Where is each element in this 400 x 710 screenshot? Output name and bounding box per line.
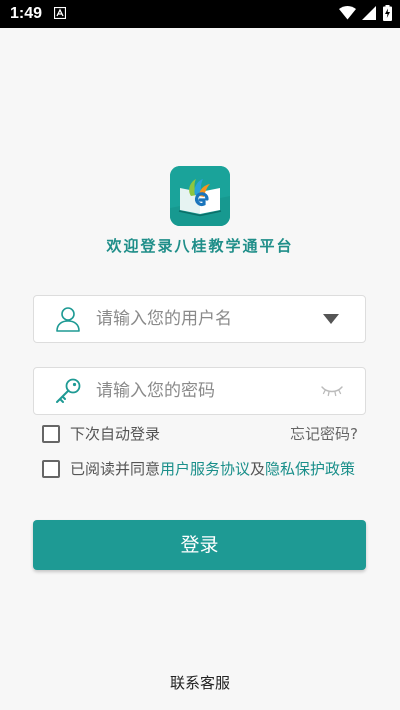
status-bar: 1:49 [0,0,400,28]
password-field[interactable] [33,367,366,415]
privacy-policy-link[interactable]: 隐私保护政策 [265,460,355,478]
wifi-icon [339,6,356,20]
agreement-conjunction: 及 [250,460,266,478]
password-input[interactable] [96,376,316,406]
status-time: 1:49 [10,5,43,22]
remember-me-checkbox[interactable] [42,425,60,443]
welcome-title: 欢迎登录八桂教学通平台 [106,237,294,255]
remember-me-label[interactable]: 下次自动登录 [70,424,160,444]
cell-signal-icon [362,6,376,20]
agreement-prefix: 已阅读并同意 [70,460,161,478]
eye-closed-icon[interactable] [320,384,344,398]
contact-service-link[interactable]: 联系客服 [0,673,400,693]
user-icon [56,307,80,332]
agreement-checkbox[interactable] [42,460,60,478]
app-logo [170,166,230,226]
dropdown-triangle-icon[interactable] [321,313,341,325]
book-logo-icon [170,166,230,226]
a-notification-icon [54,7,66,19]
forgot-password-link[interactable]: 忘记密码? [290,424,358,444]
username-input[interactable] [96,304,316,334]
key-icon [56,378,81,403]
username-field[interactable] [33,295,366,343]
agreement-text: 已阅读并同意用户服务协议及隐私保护政策 [70,459,355,479]
battery-charging-icon [383,5,392,21]
service-agreement-link[interactable]: 用户服务协议 [160,460,250,478]
login-button[interactable]: 登录 [33,520,366,570]
